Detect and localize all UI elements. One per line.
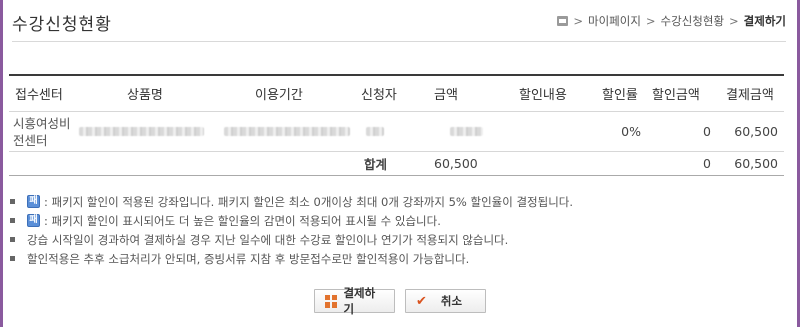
notes-list: 패 : 패키지 할인이 적용된 강좌입니다. 패키지 할인은 최소 0개이상 최… <box>10 192 780 268</box>
redacted-period <box>224 127 350 136</box>
redacted-applicant <box>366 127 384 136</box>
total-pay-amount: 60,500 <box>734 156 778 171</box>
pay-amount-cell: 60,500 <box>734 124 778 139</box>
col-header-center: 접수센터 <box>15 88 63 103</box>
pay-button[interactable]: 결제하기 <box>314 286 395 316</box>
total-amount: 60,500 <box>434 156 478 171</box>
discount-amount-cell: 0 <box>703 124 711 139</box>
pay-button-label: 결제하기 <box>343 286 376 316</box>
cancel-button[interactable]: ✔ 취소 <box>405 289 486 313</box>
chevron-right-icon: > <box>573 14 583 28</box>
check-icon: ✔ <box>416 293 427 309</box>
bullet-icon <box>10 237 15 242</box>
note-text: 강습 시작일이 경과하여 결제하실 경우 지난 일수에 대한 수강료 할인이나 … <box>27 232 509 247</box>
breadcrumb: > 마이페이지 > 수강신청현황 > 결제하기 <box>557 13 786 29</box>
center-cell: 시흥여성비 전센터 <box>13 112 71 151</box>
applicant-cell <box>366 112 384 151</box>
period-cell <box>224 112 350 151</box>
note-text: 할인적용은 추후 소급처리가 안되며, 증빙서류 지참 후 방문접수로만 할인적… <box>27 251 470 266</box>
amount-cell <box>450 112 483 151</box>
title-divider <box>12 41 786 42</box>
grid-icon <box>325 294 338 308</box>
col-header-period: 이용기간 <box>255 88 303 103</box>
breadcrumb-item-status[interactable]: 수강신청현황 <box>661 13 724 29</box>
table-header: 접수센터 상품명 이용기간 신청자 금액 할인내용 할인률 할인금액 결제금액 <box>9 76 784 112</box>
redacted-product <box>79 127 204 136</box>
home-icon[interactable] <box>557 16 569 26</box>
cancel-button-label: 취소 <box>440 294 463 308</box>
col-header-discount-detail: 할인내용 <box>519 88 567 103</box>
redacted-amount <box>450 127 483 136</box>
col-header-applicant: 신청자 <box>361 88 397 103</box>
center-name-line2: 전센터 <box>13 132 48 148</box>
note-item: 할인적용은 추후 소급처리가 안되며, 증빙서류 지참 후 방문접수로만 할인적… <box>10 249 780 268</box>
note-item: 패 : 패키지 할인이 적용된 강좌입니다. 패키지 할인은 최소 0개이상 최… <box>10 192 780 211</box>
discount-rate-cell: 0% <box>621 124 641 139</box>
bullet-icon <box>10 256 15 261</box>
breadcrumb-item-mypage[interactable]: 마이페이지 <box>588 13 641 29</box>
total-row: 합계 60,500 0 60,500 <box>9 152 784 176</box>
chevron-right-icon: > <box>645 14 656 28</box>
table-row: 시흥여성비 전센터 0% 0 60,500 <box>9 112 784 152</box>
product-cell <box>79 112 204 151</box>
note-item: 패 : 패키지 할인이 표시되어도 더 높은 할인율의 감면이 적용되어 표시될… <box>10 211 780 230</box>
note-text: : 패키지 할인이 적용된 강좌입니다. 패키지 할인은 최소 0개이상 최대 … <box>44 194 574 209</box>
breadcrumb-item-current: 결제하기 <box>743 14 786 28</box>
page-title: 수강신청현황 <box>12 15 112 35</box>
col-header-product: 상품명 <box>127 88 163 103</box>
col-header-discount-rate: 할인률 <box>602 88 638 103</box>
center-name-line1: 시흥여성비 <box>13 115 71 131</box>
total-label: 합계 <box>364 157 388 172</box>
chevron-right-icon: > <box>729 14 739 28</box>
total-discount-amount: 0 <box>703 156 711 171</box>
action-buttons: 결제하기 ✔ 취소 <box>0 286 800 316</box>
bullet-icon <box>10 199 15 204</box>
package-discount-icon: 패 <box>27 214 40 227</box>
note-item: 강습 시작일이 경과하여 결제하실 경우 지난 일수에 대한 수강료 할인이나 … <box>10 230 780 249</box>
bullet-icon <box>10 218 15 223</box>
col-header-amount: 금액 <box>434 88 458 103</box>
col-header-discount-amount: 할인금액 <box>652 88 700 103</box>
note-text: : 패키지 할인이 표시되어도 더 높은 할인율의 감면이 적용되어 표시될 수… <box>44 213 441 228</box>
package-discount-icon: 패 <box>27 195 40 208</box>
col-header-pay-amount: 결제금액 <box>726 88 774 103</box>
registration-table: 접수센터 상품명 이용기간 신청자 금액 할인내용 할인률 할인금액 결제금액 … <box>9 74 784 176</box>
